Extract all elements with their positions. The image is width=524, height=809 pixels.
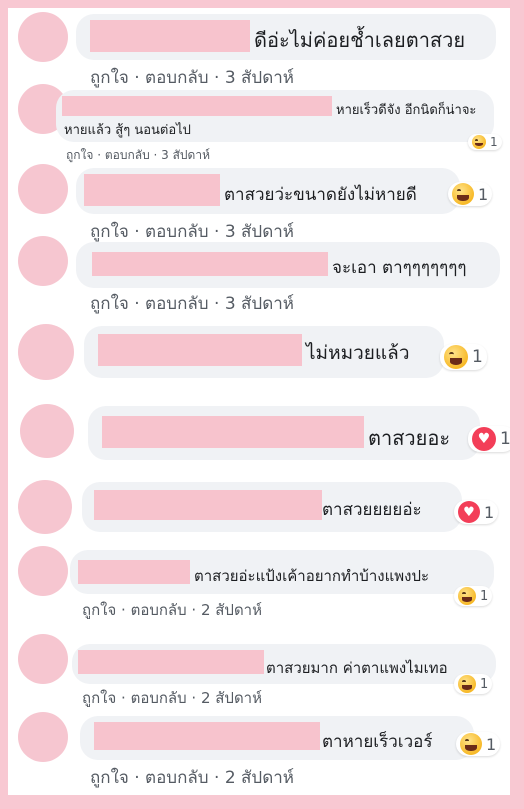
reaction-count: 1 <box>486 734 497 754</box>
comment-actions[interactable]: ถูกใจ · ตอบกลับ · 3 สัปดาห์ <box>90 218 294 245</box>
avatar[interactable] <box>20 404 74 458</box>
redacted-name <box>62 96 332 116</box>
reaction-count: 1 <box>484 502 495 522</box>
comment-text: ตาสวยอะ <box>368 426 451 450</box>
reaction-count: 1 <box>500 429 510 449</box>
avatar[interactable] <box>18 546 68 596</box>
reaction-count: 1 <box>480 676 489 692</box>
haha-reaction-icon <box>460 733 482 755</box>
avatar[interactable] <box>18 634 68 684</box>
comment-text: หายเร็วดีจัง อีกนิดก็น่าจะ <box>336 103 477 118</box>
comment-text: ตาสวยมาก ค่าตาแพงไมเทอ <box>266 659 448 677</box>
reaction-count: 1 <box>490 135 498 149</box>
reaction-count: 1 <box>478 184 489 204</box>
comment-actions[interactable]: ถูกใจ · ตอบกลับ · 3 สัปดาห์ <box>66 146 210 165</box>
haha-reaction-icon <box>452 183 474 205</box>
comment-text-line-2: หายแล้ว สู้ๆ นอนต่อไป <box>64 123 191 138</box>
avatar[interactable] <box>18 164 68 214</box>
comment-text: ตาสวยว่ะขนาดยังไม่หายดี <box>224 185 417 205</box>
redacted-name <box>94 722 320 750</box>
comment-text: ตาสวยยยยอ่ะ <box>322 500 422 520</box>
reaction-badge[interactable]: 1 <box>454 674 493 694</box>
haha-reaction-icon <box>458 675 476 693</box>
reaction-badge[interactable]: 1 <box>448 182 493 206</box>
redacted-name <box>90 20 250 52</box>
comment-text: ดีอ่ะไม่ค่อยช้ำเลยตาสวย <box>254 28 466 52</box>
comment-actions[interactable]: ถูกใจ · ตอบกลับ · 3 สัปดาห์ <box>90 64 294 91</box>
comment-text: จะเอา ตาๆๆๆๆๆๆๆ <box>332 258 467 278</box>
redacted-name <box>102 416 364 448</box>
avatar[interactable] <box>18 324 74 380</box>
comment-actions[interactable]: ถูกใจ · ตอบกลับ · 2 สัปดาห์ <box>82 598 262 622</box>
redacted-name <box>78 560 190 584</box>
haha-reaction-icon <box>458 587 476 605</box>
love-reaction-icon: ♥ <box>458 501 480 523</box>
avatar[interactable] <box>18 712 68 762</box>
reaction-badge[interactable]: ♥ 1 <box>468 426 510 452</box>
comment-text: ตาหายเร็วเวอร์ <box>322 732 433 752</box>
reaction-badge[interactable]: 1 <box>454 586 493 606</box>
comment-actions[interactable]: ถูกใจ · ตอบกลับ · 3 สัปดาห์ <box>90 290 294 317</box>
love-reaction-icon: ♥ <box>472 427 496 451</box>
haha-reaction-icon <box>472 135 486 149</box>
reaction-badge[interactable]: 1 <box>456 732 501 756</box>
comment-text: ตาสวยอ่ะแป้งเค้าอยากทำบ้างแพงปะ <box>194 567 430 585</box>
reaction-count: 1 <box>480 588 489 604</box>
redacted-name <box>92 252 328 276</box>
comment-actions[interactable]: ถูกใจ · ตอบกลับ · 2 สัปดาห์ <box>90 764 294 791</box>
haha-reaction-icon <box>444 345 468 369</box>
reaction-badge[interactable]: ♥ 1 <box>454 500 499 524</box>
avatar[interactable] <box>18 236 68 286</box>
comments-screenshot: ดีอ่ะไม่ค่อยช้ำเลยตาสวย ถูกใจ · ตอบกลับ … <box>8 8 510 795</box>
reaction-badge[interactable]: 1 <box>468 134 502 150</box>
reaction-badge[interactable]: 1 <box>440 344 487 370</box>
redacted-name <box>94 490 322 520</box>
redacted-name <box>84 174 220 206</box>
redacted-name <box>78 650 264 674</box>
comment-actions[interactable]: ถูกใจ · ตอบกลับ · 2 สัปดาห์ <box>82 686 262 710</box>
redacted-name <box>98 334 302 366</box>
avatar[interactable] <box>18 480 72 534</box>
avatar[interactable] <box>18 12 68 62</box>
comment-text: ไม่หมวยแล้ว <box>306 342 410 364</box>
reaction-count: 1 <box>472 347 483 367</box>
